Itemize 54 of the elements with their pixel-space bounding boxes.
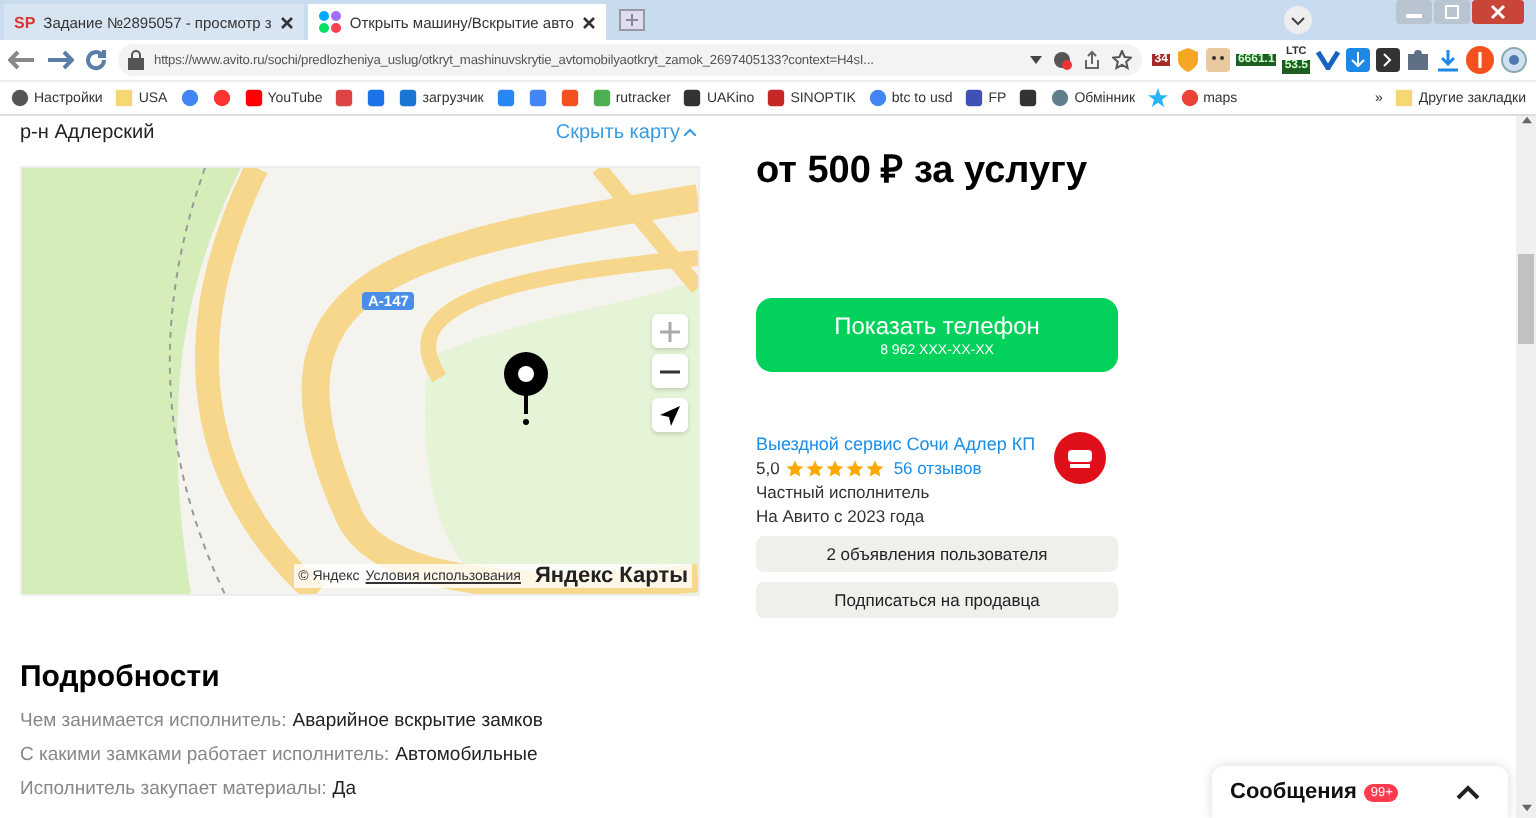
- scroll-down-icon[interactable]: [1521, 804, 1531, 812]
- share-icon[interactable]: [1082, 50, 1103, 70]
- rating-value: 5,0: [756, 458, 780, 478]
- seller-action-button[interactable]: Подписаться на продавца: [756, 582, 1118, 618]
- bookmark-favicon-icon[interactable]: [964, 88, 985, 108]
- close-icon[interactable]: [279, 15, 294, 29]
- bookmark-favicon-icon[interactable]: [682, 88, 703, 108]
- bookmark-favicon-icon[interactable]: [10, 88, 30, 108]
- map-brand-logo: Яндекс Карты: [534, 564, 688, 588]
- detail-label: Исполнитель закупает материалы:: [20, 778, 327, 800]
- seller-type: Частный исполнитель: [756, 482, 932, 502]
- forward-arrow-icon[interactable]: [46, 50, 74, 70]
- bookmark-favicon-icon[interactable]: [766, 88, 787, 108]
- minus-icon: [660, 369, 680, 373]
- map-pin-icon: [502, 350, 550, 426]
- seller-action-button[interactable]: 2 объявления пользователя: [756, 536, 1118, 572]
- back-arrow-icon[interactable]: [8, 50, 36, 70]
- detail-value: Аварийное вскрытие замков: [292, 710, 543, 732]
- seller-avatar[interactable]: [1054, 432, 1106, 484]
- detail-value: Да: [332, 778, 357, 800]
- reload-icon[interactable]: [84, 48, 108, 72]
- menu-icon[interactable]: [1500, 46, 1528, 74]
- close-icon[interactable]: [581, 15, 596, 29]
- dropdown-arrow-icon[interactable]: [1030, 56, 1043, 64]
- v-icon[interactable]: [1316, 50, 1340, 70]
- chevron-up-icon: [684, 128, 696, 136]
- profile-icon[interactable]: [1466, 46, 1494, 74]
- scrollbar-thumb[interactable]: [1518, 254, 1534, 344]
- face-icon[interactable]: [1205, 48, 1230, 72]
- scroll-up-icon[interactable]: [1521, 116, 1531, 124]
- detail-label: С какими замками работает исполнитель:: [20, 744, 390, 766]
- location-button[interactable]: [652, 398, 688, 432]
- detail-label: Чем занимается исполнитель:: [20, 710, 287, 732]
- messages-title: Сообщения: [1230, 780, 1357, 804]
- zoom-out-button[interactable]: [652, 354, 688, 388]
- reviews-link[interactable]: 56 отзывов: [893, 458, 982, 478]
- tab-favicon: SP: [14, 13, 36, 31]
- bookmark-favicon-icon[interactable]: [1018, 88, 1039, 108]
- location-arrow-icon: [660, 405, 680, 425]
- chevron-down-icon[interactable]: [1284, 6, 1312, 34]
- star-icon[interactable]: [1112, 50, 1133, 70]
- download-icon[interactable]: [1346, 48, 1370, 72]
- plus-icon: [660, 321, 680, 341]
- detail-value: Автомобильные: [395, 744, 538, 766]
- download-icon[interactable]: [1436, 48, 1460, 72]
- seller-since: На Авито с 2023 года: [756, 506, 927, 526]
- lock-icon: [128, 50, 144, 70]
- new-tab-icon[interactable]: [617, 8, 646, 32]
- terminal-icon[interactable]: [1376, 48, 1400, 72]
- dots-icon: [317, 10, 342, 34]
- price-text: от 500 ₽ за услугу: [756, 148, 1090, 194]
- section-heading: Подробности: [20, 660, 222, 694]
- chevron-up-icon[interactable]: [1456, 784, 1480, 800]
- district-text: р-н Адлерский: [20, 121, 155, 143]
